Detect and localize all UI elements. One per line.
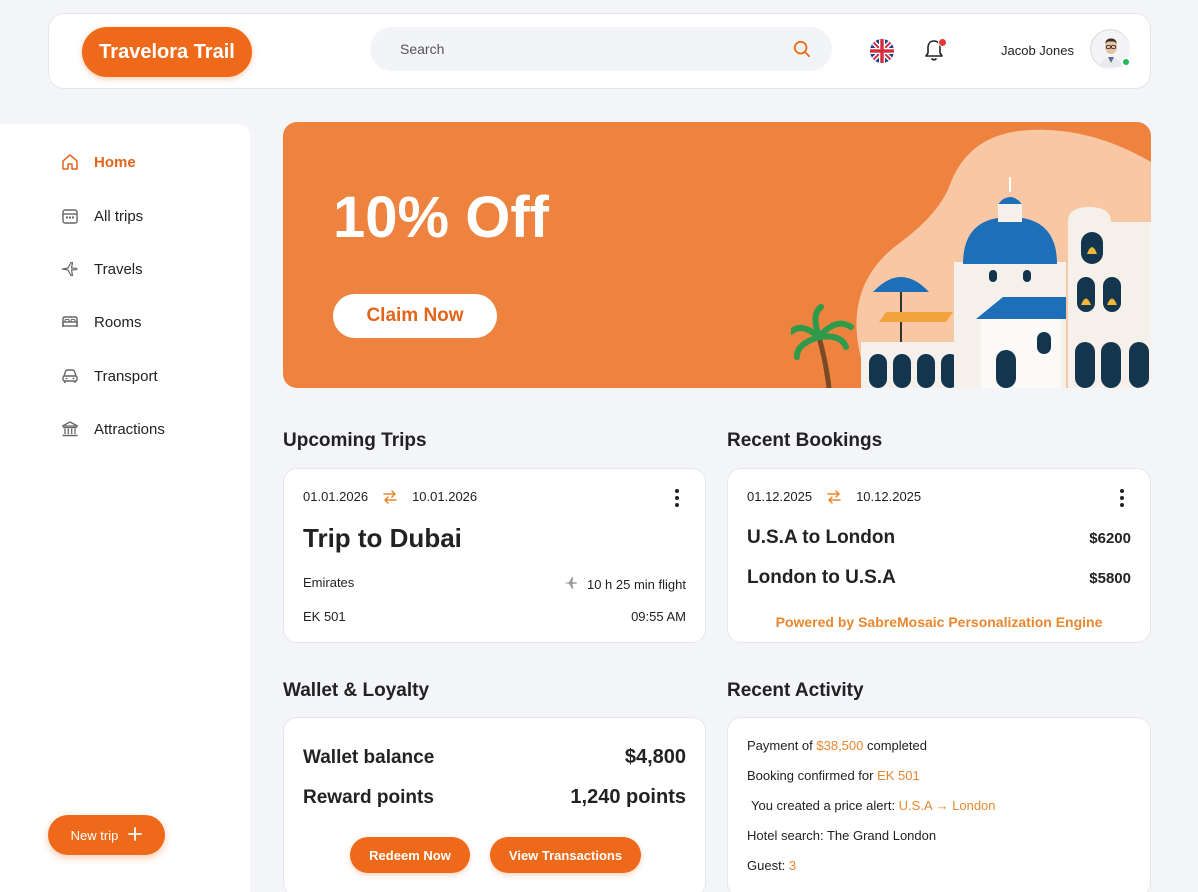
activity-item: Payment of $38,500 completed <box>747 738 927 753</box>
search-input[interactable] <box>400 41 792 57</box>
uk-flag-icon[interactable] <box>870 39 894 63</box>
reward-points-row: Reward points 1,240 points <box>303 786 686 809</box>
more-options-icon[interactable] <box>1116 489 1128 507</box>
plane-icon <box>563 575 579 594</box>
sidebar-item-label: Transport <box>94 367 158 385</box>
home-icon <box>60 152 80 172</box>
car-icon <box>60 366 80 386</box>
recent-bookings-title: Recent Bookings <box>727 430 883 451</box>
date-to: 10.12.2025 <box>856 489 922 504</box>
sidebar-item-label: Attractions <box>94 420 165 438</box>
new-trip-button[interactable]: New trip <box>48 815 165 855</box>
reward-points-label: Reward points <box>303 786 434 808</box>
sidebar-item-label: All trips <box>94 207 144 225</box>
search-icon[interactable] <box>792 39 812 59</box>
view-transactions-button[interactable]: View Transactions <box>490 837 641 873</box>
activity-text: completed <box>863 738 927 753</box>
sidebar-item-travels[interactable]: Travels <box>60 257 143 281</box>
recent-bookings-card: 01.12.2025 10.12.2025 U.S.A to London $6… <box>727 468 1151 643</box>
activity-highlight: EK 501 <box>877 768 920 783</box>
wallet-balance-row: Wallet balance $4,800 <box>303 746 686 769</box>
booking-price: $5800 <box>1089 569 1131 587</box>
powered-by-text: Powered by SabreMosaic Personalization E… <box>775 614 1103 630</box>
online-status-dot <box>1121 57 1131 67</box>
trip-dates: 01.01.2026 10.01.2026 <box>303 489 477 504</box>
sidebar-item-rooms[interactable]: Rooms <box>60 310 142 334</box>
departure-time: 09:55 AM <box>631 609 686 624</box>
recent-activity-card: Payment of $38,500 completed Booking con… <box>727 717 1151 892</box>
sidebar-item-home[interactable]: Home <box>60 150 136 174</box>
sidebar: Home All trips Travels Rooms Transport A… <box>0 124 250 892</box>
wallet-balance-value: $4,800 <box>624 746 686 768</box>
activity-item: You created a price alert: U.S.A → Londo… <box>751 798 996 813</box>
bed-icon <box>60 312 80 332</box>
trip-airline: Emirates <box>303 575 355 590</box>
activity-item: Guest: 3 <box>747 858 796 873</box>
booking-route: London to U.S.A <box>747 567 896 588</box>
notification-dot <box>938 38 947 47</box>
trip-title: Trip to Dubai <box>303 523 462 553</box>
upcoming-trips-title: Upcoming Trips <box>283 430 427 451</box>
plus-icon <box>128 826 143 844</box>
activity-highlight: 3 <box>788 858 797 873</box>
reward-points-value: 1,240 points <box>570 786 686 808</box>
museum-icon <box>60 419 80 439</box>
santorini-illustration <box>791 129 1151 388</box>
flight-number: EK 501 <box>303 609 346 624</box>
activity-text: Booking confirmed for <box>747 768 878 783</box>
top-header: Travelora Trail Jacob Jones <box>48 13 1151 89</box>
activity-item: Booking confirmed for EK 501 <box>747 768 920 783</box>
activity-highlight: U.S.A → London <box>898 798 996 813</box>
booking-row[interactable]: U.S.A to London $6200 <box>747 527 1131 549</box>
more-options-icon[interactable] <box>671 489 683 507</box>
sidebar-item-all-trips[interactable]: All trips <box>60 204 143 228</box>
upcoming-trip-card[interactable]: 01.01.2026 10.01.2026 Trip to Dubai Emir… <box>283 468 706 643</box>
date-from: 01.12.2025 <box>747 489 813 504</box>
plane-icon <box>60 259 80 279</box>
avatar[interactable] <box>1090 29 1131 69</box>
search-bar[interactable] <box>370 27 832 71</box>
user-name[interactable]: Jacob Jones <box>1001 43 1074 58</box>
sidebar-item-label: Home <box>94 153 136 171</box>
banner-title: 10% Off <box>333 185 549 250</box>
page: Travelora Trail Jacob Jones <box>0 0 1198 892</box>
redeem-now-button[interactable]: Redeem Now <box>350 837 470 873</box>
swap-arrows-icon <box>826 489 842 504</box>
activity-text: Hotel search: The Grand London <box>747 828 937 843</box>
date-to: 10.01.2026 <box>412 489 478 504</box>
new-trip-label: New trip <box>70 827 119 843</box>
claim-now-button[interactable]: Claim Now <box>333 294 497 338</box>
notification-bell-icon[interactable] <box>923 38 947 64</box>
calendar-icon <box>60 206 80 226</box>
sidebar-item-label: Rooms <box>94 313 142 331</box>
duration-text: 10 h 25 min flight <box>586 577 686 592</box>
activity-text: Guest: <box>747 858 789 873</box>
promo-banner: 10% Off Claim Now <box>283 122 1151 388</box>
activity-text: Payment of <box>747 738 817 753</box>
booking-dates: 01.12.2025 10.12.2025 <box>747 489 921 504</box>
swap-arrows-icon <box>382 489 398 504</box>
date-from: 01.01.2026 <box>303 489 369 504</box>
sidebar-item-attractions[interactable]: Attractions <box>60 417 165 441</box>
sidebar-item-label: Travels <box>94 260 143 278</box>
activity-text: You created a price alert: <box>751 798 899 813</box>
booking-route: U.S.A to London <box>747 527 896 548</box>
wallet-card: Wallet balance $4,800 Reward points 1,24… <box>283 717 706 892</box>
recent-activity-title: Recent Activity <box>727 680 864 701</box>
activity-item: Hotel search: The Grand London <box>747 828 936 843</box>
trip-duration: 10 h 25 min flight <box>563 575 686 594</box>
activity-highlight: $38,500 <box>816 738 864 753</box>
booking-price: $6200 <box>1089 529 1131 547</box>
wallet-loyalty-title: Wallet & Loyalty <box>283 680 430 701</box>
wallet-balance-label: Wallet balance <box>303 746 435 768</box>
sidebar-item-transport[interactable]: Transport <box>60 364 158 388</box>
app-logo[interactable]: Travelora Trail <box>82 27 252 77</box>
booking-row[interactable]: London to U.S.A $5800 <box>747 567 1131 589</box>
